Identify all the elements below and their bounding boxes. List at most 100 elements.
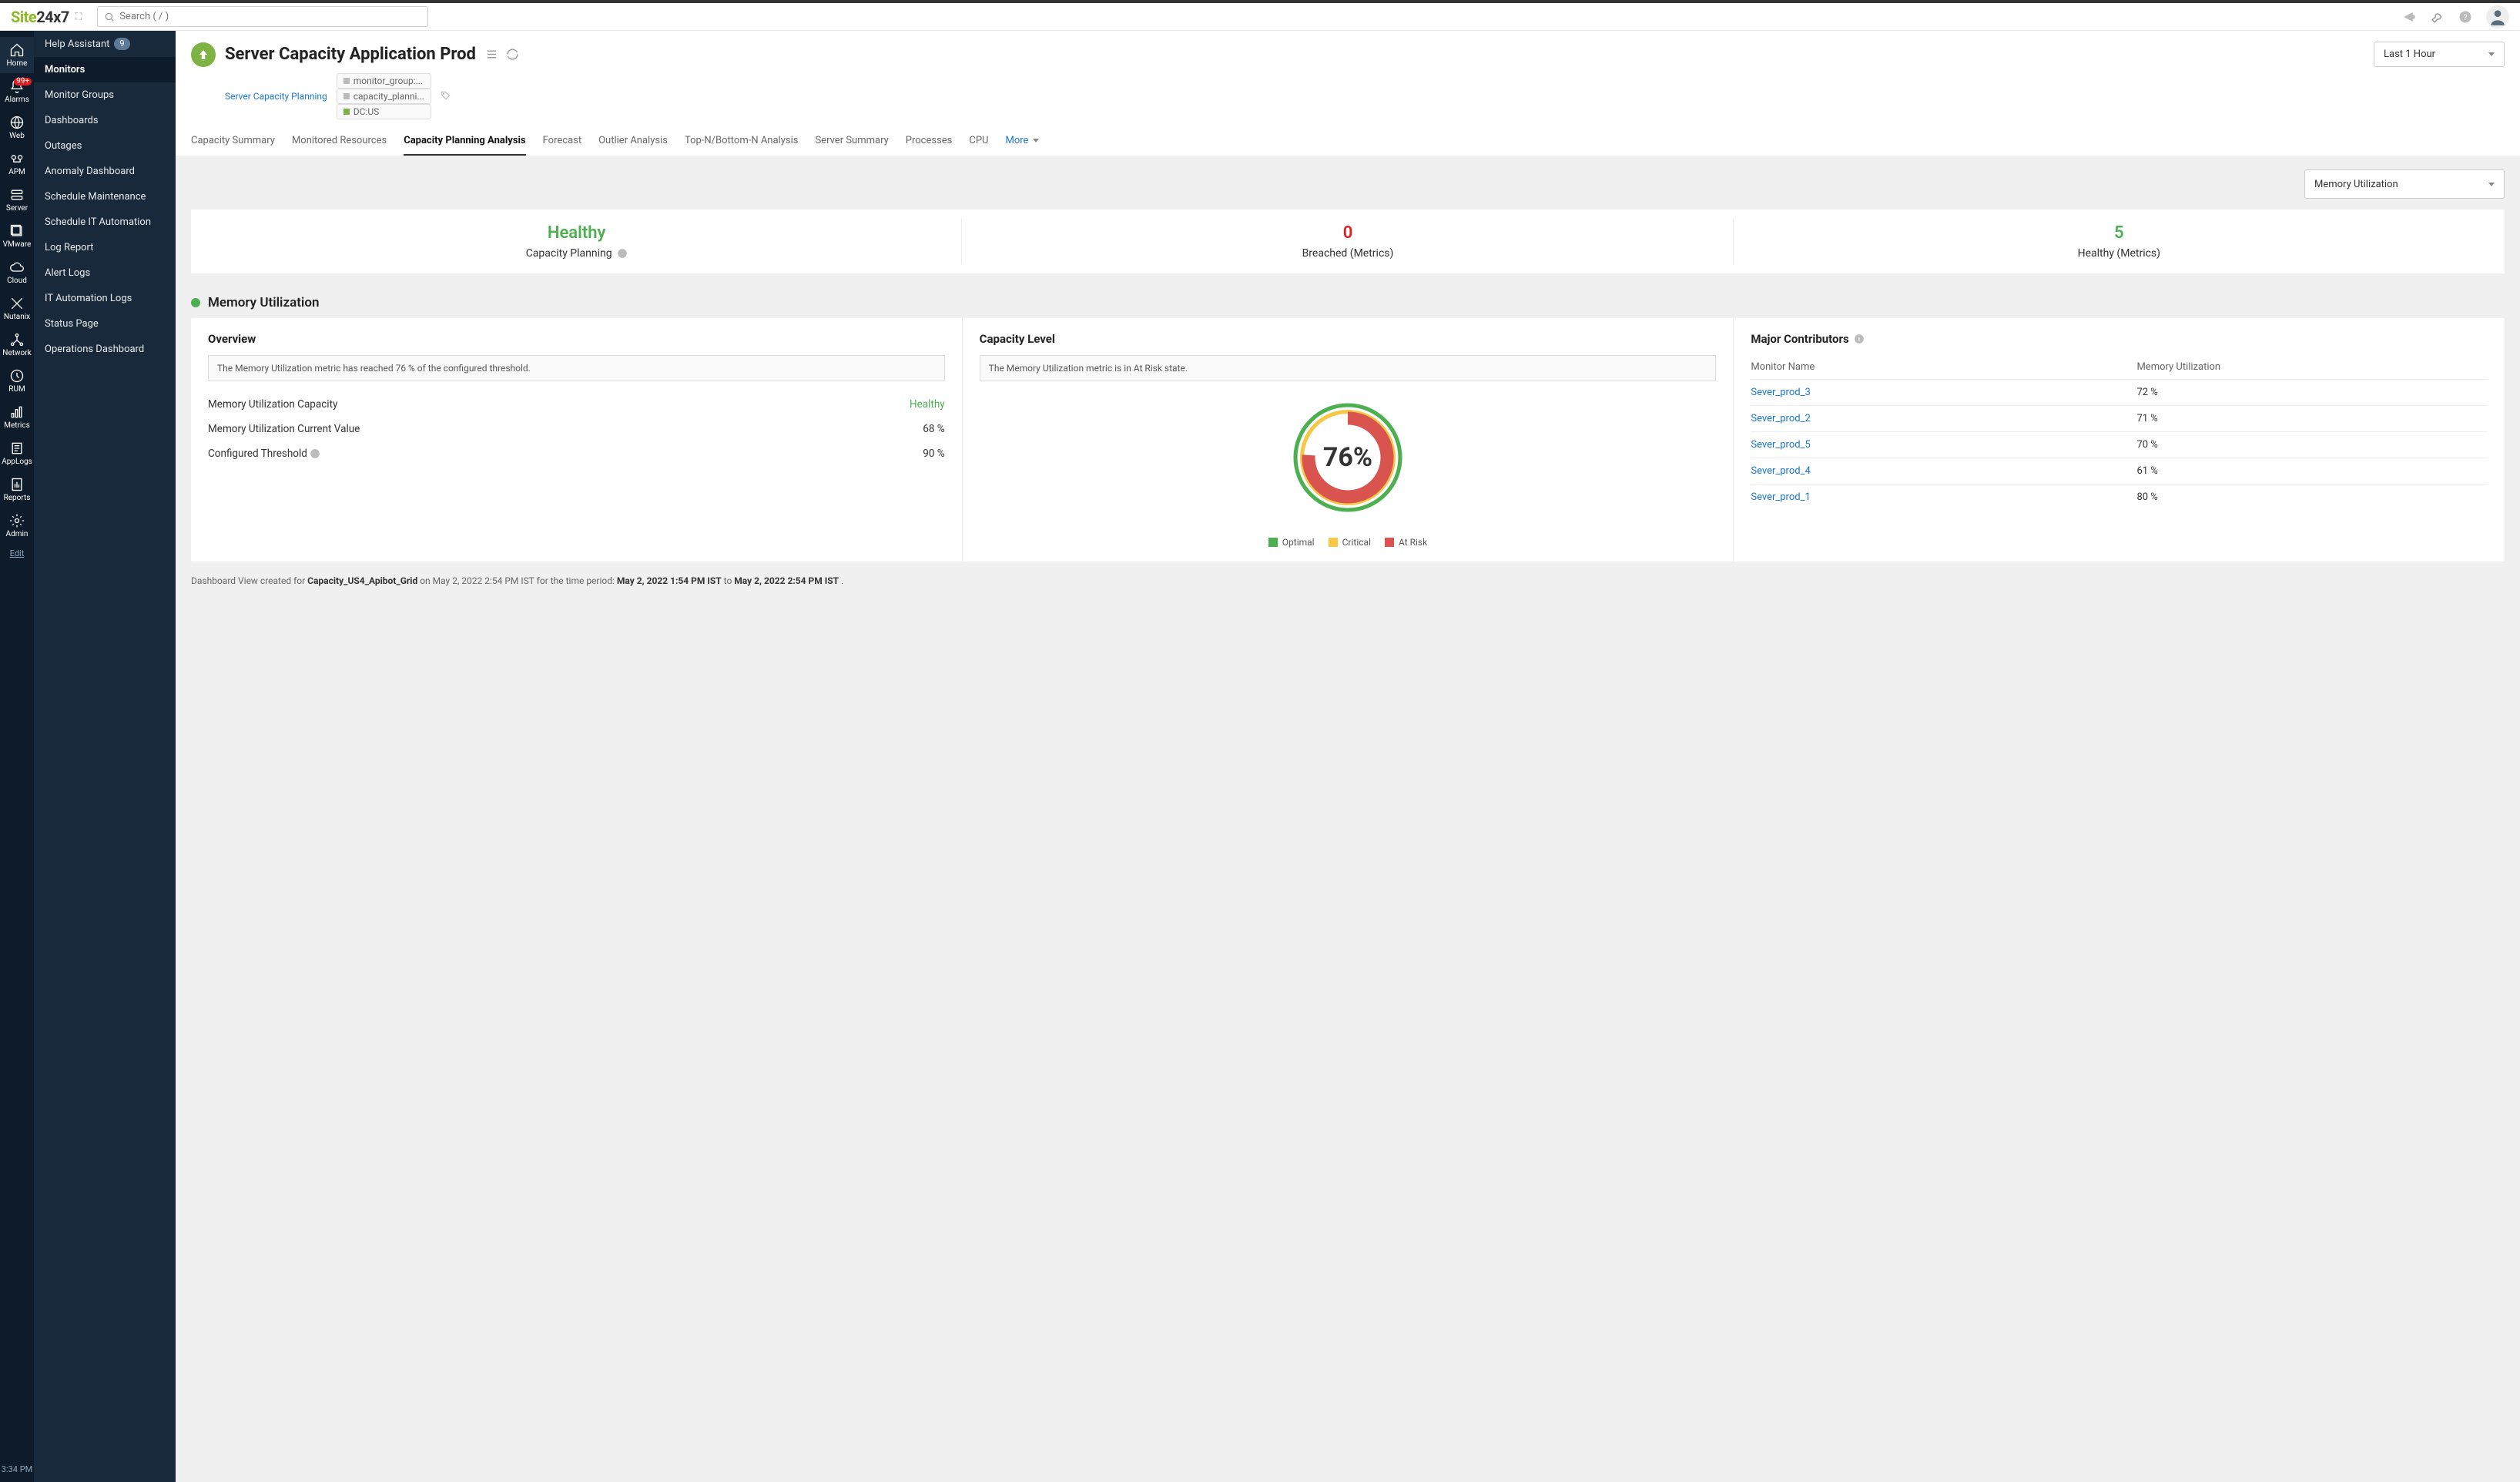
gauge-value: 76% <box>1282 392 1413 523</box>
contributors-panel: Major Contributors i Monitor Name Memory… <box>1734 318 2505 562</box>
expand-icon[interactable]: ⛶ <box>75 11 82 22</box>
gauge-chart: 76% <box>1282 392 1413 523</box>
tag-icon[interactable] <box>441 90 451 103</box>
submenu-item-it-automation-logs[interactable]: IT Automation Logs <box>34 286 176 311</box>
submenu-item-log-report[interactable]: Log Report <box>34 235 176 260</box>
iconbar-item-server[interactable]: Server <box>0 182 34 218</box>
topbar: Site24x7 ⛶ ? <box>0 0 2520 31</box>
monitor-link[interactable]: Sever_prod_1 <box>1751 491 2136 503</box>
iconbar-item-apm[interactable]: APM <box>0 146 34 182</box>
iconbar-item-cloud[interactable]: Cloud <box>0 254 34 290</box>
home-icon <box>9 42 25 58</box>
submenu-item-monitors[interactable]: Monitors <box>34 57 176 82</box>
iconbar-item-network[interactable]: Network <box>0 327 34 363</box>
monitor-link[interactable]: Sever_prod_4 <box>1751 465 2136 477</box>
submenu-item-operations-dashboard[interactable]: Operations Dashboard <box>34 337 176 362</box>
submenu-item-schedule-it-automation[interactable]: Schedule IT Automation <box>34 210 176 235</box>
search-input[interactable] <box>119 11 421 22</box>
topbar-right: ? <box>2403 5 2509 28</box>
tab-capacity-summary[interactable]: Capacity Summary <box>191 130 275 156</box>
metric-select[interactable]: Memory Utilization <box>2304 169 2505 199</box>
nutanix-icon <box>9 296 25 311</box>
legend-swatch-icon <box>1385 538 1394 547</box>
iconbar-item-nutanix[interactable]: Nutanix <box>0 290 34 327</box>
iconbar-item-web[interactable]: Web <box>0 109 34 146</box>
tab-cpu[interactable]: CPU <box>969 130 988 156</box>
legend-item: Critical <box>1329 537 1371 548</box>
status-up-icon <box>191 42 216 67</box>
wrench-icon[interactable] <box>2431 10 2445 24</box>
util-value: 72 % <box>2136 387 2488 398</box>
avatar[interactable] <box>2486 5 2509 28</box>
submenu-item-help-assistant[interactable]: Help Assistant9 <box>34 31 176 57</box>
monitor-link[interactable]: Sever_prod_2 <box>1751 413 2136 424</box>
monitor-link[interactable]: Sever_prod_3 <box>1751 387 2136 398</box>
list-icon[interactable] <box>485 48 498 61</box>
table-row: Sever_prod_180 % <box>1751 484 2488 510</box>
summary-label: Healthy (Metrics) <box>1741 247 2497 260</box>
iconbar-item-reports[interactable]: Reports <box>0 471 34 508</box>
submenu-item-outages[interactable]: Outages <box>34 133 176 159</box>
overview-message: The Memory Utilization metric has reache… <box>208 355 945 381</box>
help-icon[interactable]: ? <box>2458 10 2472 24</box>
iconbar-item-admin[interactable]: Admin <box>0 508 34 544</box>
svg-text:?: ? <box>2464 12 2468 22</box>
monitor-link[interactable]: Sever_prod_5 <box>1751 439 2136 451</box>
iconbar-item-rum[interactable]: RUM <box>0 363 34 399</box>
iconbar-item-metrics[interactable]: Metrics <box>0 399 34 435</box>
table-row: Sever_prod_570 % <box>1751 431 2488 458</box>
tab-more[interactable]: More <box>1005 130 1038 156</box>
summary-cards: HealthyCapacity Planning 0Breached (Metr… <box>191 210 2505 273</box>
util-value: 71 % <box>2136 413 2488 424</box>
status-dot-icon <box>191 298 200 307</box>
tab-forecast[interactable]: Forecast <box>543 130 581 156</box>
network-icon <box>9 332 25 347</box>
admin-icon <box>9 513 25 528</box>
util-value: 61 % <box>2136 465 2488 477</box>
tab-processes[interactable]: Processes <box>906 130 953 156</box>
submenu-item-alert-logs[interactable]: Alert Logs <box>34 260 176 286</box>
tab-top-n-bottom-n-analysis[interactable]: Top-N/Bottom-N Analysis <box>685 130 799 156</box>
submenu: Help Assistant9MonitorsMonitor GroupsDas… <box>34 31 176 1482</box>
chevron-down-icon <box>2487 49 2495 60</box>
info-icon <box>617 248 628 259</box>
time-range-select[interactable]: Last 1 Hour <box>2374 42 2505 67</box>
submenu-item-status-page[interactable]: Status Page <box>34 311 176 337</box>
tag[interactable]: DC:US <box>337 104 431 119</box>
avatar-icon <box>2488 7 2508 27</box>
page-head: Server Capacity Application Prod Last 1 … <box>176 31 2520 156</box>
tab-outlier-analysis[interactable]: Outlier Analysis <box>598 130 668 156</box>
announce-icon[interactable] <box>2403 10 2417 24</box>
iconbar-item-vmware[interactable]: VMware <box>0 218 34 254</box>
refresh-icon[interactable] <box>506 48 519 61</box>
pill-badge: 9 <box>114 38 129 50</box>
search-input-wrap[interactable] <box>97 6 428 27</box>
logo[interactable]: Site24x7 <box>11 8 69 26</box>
util-value: 70 % <box>2136 439 2488 451</box>
summary-card: HealthyCapacity Planning <box>191 210 962 273</box>
tab-server-summary[interactable]: Server Summary <box>815 130 888 156</box>
table-row: Sever_prod_271 % <box>1751 405 2488 431</box>
iconbar-item-applogs[interactable]: AppLogs <box>0 435 34 471</box>
legend-swatch-icon <box>1329 538 1338 547</box>
edit-link[interactable]: Edit <box>10 548 25 558</box>
submenu-item-anomaly-dashboard[interactable]: Anomaly Dashboard <box>34 159 176 184</box>
tag[interactable]: monitor_group:... <box>337 73 431 89</box>
tabbar: Capacity Summary Monitored Resources Capac… <box>191 130 2505 156</box>
overview-heading: Overview <box>208 332 945 346</box>
submenu-item-monitor-groups[interactable]: Monitor Groups <box>34 82 176 108</box>
logo-part2: 24x7 <box>36 8 69 26</box>
submenu-item-schedule-maintenance[interactable]: Schedule Maintenance <box>34 184 176 210</box>
iconbar-item-alarms[interactable]: Alarms99+ <box>0 73 34 109</box>
capacity-message: The Memory Utilization metric is in At R… <box>980 355 1717 381</box>
legend-item: At Risk <box>1385 537 1427 548</box>
cloud-icon <box>9 260 25 275</box>
submenu-item-dashboards[interactable]: Dashboards <box>34 108 176 133</box>
breadcrumb-link[interactable]: Server Capacity Planning <box>225 91 327 102</box>
tag[interactable]: capacity_planni... <box>337 89 431 104</box>
reports-icon <box>9 477 25 492</box>
iconbar-item-home[interactable]: Home <box>0 37 34 73</box>
footer-note: Dashboard View created for Capacity_US4_… <box>191 575 2505 586</box>
tab-monitored-resources[interactable]: Monitored Resources <box>292 130 387 156</box>
tab-capacity-planning-analysis[interactable]: Capacity Planning Analysis <box>404 130 525 156</box>
